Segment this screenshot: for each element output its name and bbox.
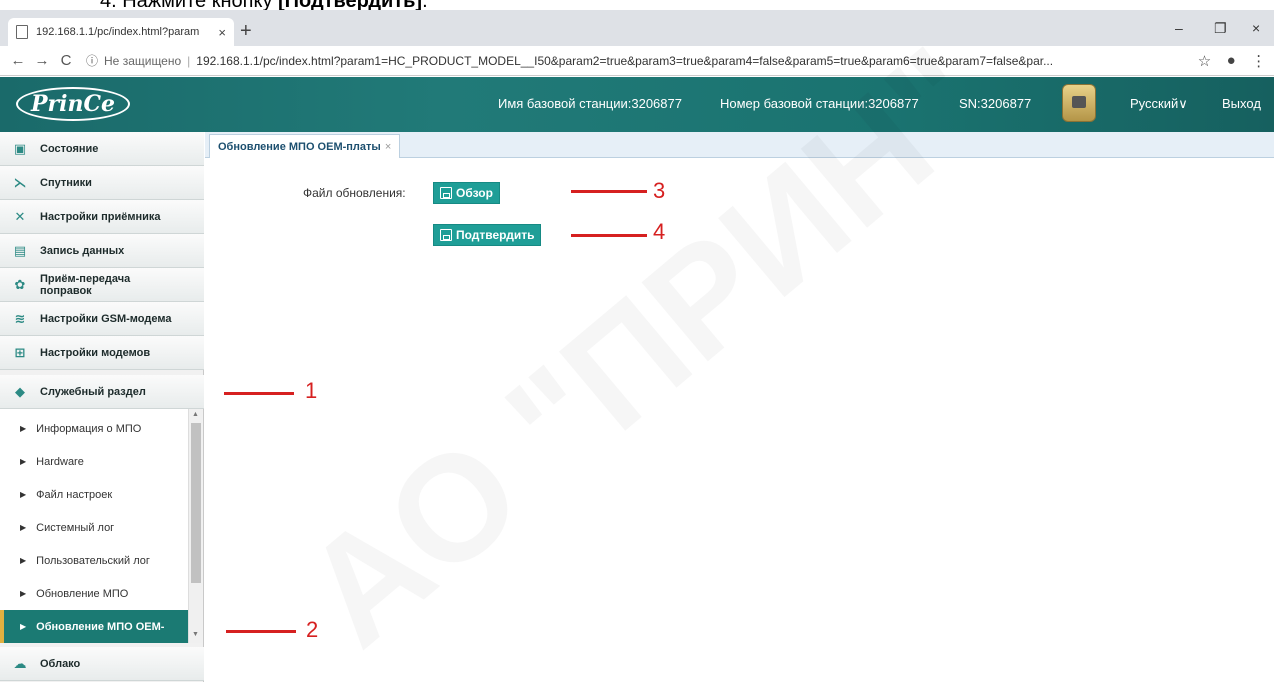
base-station-number: Номер базовой станции:3206877	[720, 96, 919, 111]
sidebar-item-data-recording[interactable]: ▤ Запись данных	[0, 234, 204, 268]
serial-number: SN:3206877	[959, 96, 1032, 111]
annotation-number-4: 4	[653, 219, 666, 244]
annotation-line-4	[571, 234, 647, 237]
gear-icon: ✿	[14, 276, 26, 292]
sidebar-item-receiver-settings[interactable]: ✕ Настройки приёмника	[0, 200, 204, 234]
layers-icon: ◆	[15, 383, 25, 399]
floppy-icon	[440, 229, 452, 241]
minimize-button[interactable]: –	[1175, 20, 1183, 36]
scroll-up-icon[interactable]: ▲	[192, 411, 199, 418]
scrollbar-thumb[interactable]	[191, 423, 201, 583]
service-submenu: ▶ Информация о МПО ▶ Hardware ▶ Файл настро…	[0, 409, 188, 643]
prince-logo: PrinCe	[16, 87, 130, 121]
submenu-item-settings-file[interactable]: ▶ Файл настроек	[0, 478, 188, 511]
update-file-label: Файл обновления:	[303, 186, 406, 200]
url-separator: |	[187, 53, 191, 68]
annotation-number-1: 1	[305, 378, 318, 403]
address-bar-row: ← → C ⓘ Не защищено | 192.168.1.1/pc/ind…	[0, 46, 1274, 76]
monitor-icon: ▣	[13, 140, 27, 156]
sidebar-item-label: Настройки приёмника	[40, 210, 161, 223]
sidebar-item-label: Спутники	[40, 176, 92, 189]
sidebar-item-label: Настройки GSM-модема	[40, 312, 172, 325]
chevron-down-icon: ∨	[1178, 96, 1188, 111]
annotation-line-3	[571, 190, 647, 193]
caret-right-icon: ▶	[20, 622, 27, 631]
tab-close-icon[interactable]: ×	[385, 141, 391, 153]
url-text: 192.168.1.1/pc/index.html?param1=HC_PROD…	[196, 53, 1054, 68]
reload-button[interactable]: C	[54, 52, 78, 69]
annotation-line-2	[226, 630, 296, 633]
logout-link[interactable]: Выход	[1222, 96, 1261, 111]
tools-icon: ✕	[14, 208, 26, 224]
security-status: Не защищено	[104, 53, 182, 68]
sidebar-item-label: Служебный раздел	[40, 385, 146, 398]
sidebar-item-gsm-modem[interactable]: ≋ Настройки GSM-модема	[0, 302, 204, 336]
sidebar-item-status[interactable]: ▣ Состояние	[0, 132, 204, 166]
submenu-item-firmware-update[interactable]: ▶ Обновление МПО	[0, 577, 188, 610]
caret-right-icon: ▶	[20, 457, 27, 466]
sidebar-item-satellites[interactable]: ⋋ Спутники	[0, 166, 204, 200]
sidebar-item-modems[interactable]: ⊞ Настройки модемов	[0, 336, 204, 370]
confirm-button[interactable]: Подтвердить	[433, 224, 542, 246]
satellite-icon: ⋋	[13, 174, 27, 190]
submenu-item-user-log[interactable]: ▶ Пользовательский лог	[0, 544, 188, 577]
info-icon[interactable]: ⓘ	[86, 52, 98, 69]
caret-right-icon: ▶	[20, 556, 27, 565]
sidebar-item-label: Запись данных	[40, 244, 125, 257]
sidebar-item-label: Приём-передача поправок	[40, 272, 131, 297]
sidebar-item-label: Облако	[40, 657, 81, 670]
caret-right-icon: ▶	[20, 589, 27, 598]
browser-menu-icon[interactable]: ⋮	[1251, 52, 1266, 70]
floppy-icon	[440, 187, 452, 199]
close-window-button[interactable]: ×	[1252, 20, 1260, 36]
list-icon: ▤	[13, 242, 27, 258]
new-tab-button[interactable]: +	[240, 19, 252, 43]
annotation-number-2: 2	[306, 617, 319, 642]
tab-title: 192.168.1.1/pc/index.html?param	[36, 26, 200, 38]
wifi-icon: ≋	[14, 310, 26, 326]
bookmark-star-icon[interactable]: ☆	[1198, 52, 1211, 70]
browse-button[interactable]: Обзор	[433, 182, 500, 204]
language-select[interactable]: Русский∨	[1130, 96, 1188, 112]
scroll-down-icon[interactable]: ▼	[192, 631, 199, 638]
sidebar-item-corrections[interactable]: ✿ Приём-передача поправок	[0, 268, 204, 302]
url-input[interactable]: ⓘ Не защищено | 192.168.1.1/pc/index.htm…	[86, 52, 1190, 69]
profile-icon[interactable]: ●	[1227, 52, 1236, 70]
sidebar-item-service[interactable]: ◆ Служебный раздел	[0, 375, 204, 409]
sidebar: ▣ Состояние ⋋ Спутники ✕ Настройки приём…	[0, 132, 204, 682]
browser-tabstrip: 192.168.1.1/pc/index.html?param × + – ❐ …	[0, 10, 1274, 46]
page: 4. Нажмите кнопку [Подтвердить]. 192.168…	[0, 0, 1274, 682]
annotation-number-3: 3	[653, 178, 666, 203]
sidebar-item-label: Состояние	[40, 142, 99, 155]
submenu-item-firmware-info[interactable]: ▶ Информация о МПО	[0, 412, 188, 445]
forward-button[interactable]: →	[30, 52, 54, 69]
sidebar-item-cloud[interactable]: ☁ Облако	[0, 647, 204, 681]
restore-button[interactable]: ❐	[1214, 20, 1227, 37]
app-header: PrinCe Имя базовой станции:3206877 Номер…	[0, 77, 1274, 132]
annotation-line-1	[224, 392, 294, 395]
sidebar-item-label: Настройки модемов	[40, 346, 151, 359]
tab-oem-firmware-update[interactable]: Обновление МПО ОЕМ-платы ×	[209, 134, 401, 158]
grid-icon: ⊞	[14, 344, 26, 360]
caret-right-icon: ▶	[20, 523, 27, 532]
submenu-item-system-log[interactable]: ▶ Системный лог	[0, 511, 188, 544]
tab-label: Обновление МПО ОЕМ-платы	[218, 140, 381, 153]
caret-right-icon: ▶	[20, 490, 27, 499]
page-icon	[16, 25, 28, 39]
browser-tab[interactable]: 192.168.1.1/pc/index.html?param ×	[8, 18, 234, 46]
content-tabbar: Обновление МПО ОЕМ-платы ×	[205, 132, 1274, 158]
tab-close-icon[interactable]: ×	[218, 25, 226, 40]
back-button[interactable]: ←	[6, 52, 30, 69]
submenu-item-oem-firmware-update[interactable]: ▶ Обновление МПО ОЕМ-	[0, 610, 188, 643]
receiver-device-icon	[1062, 84, 1096, 122]
base-station-name: Имя базовой станции:3206877	[498, 96, 682, 111]
submenu-scrollbar[interactable]: ▲ ▼	[188, 409, 202, 643]
cloud-icon: ☁	[13, 655, 27, 671]
caret-right-icon: ▶	[20, 424, 27, 433]
submenu-item-hardware[interactable]: ▶ Hardware	[0, 445, 188, 478]
